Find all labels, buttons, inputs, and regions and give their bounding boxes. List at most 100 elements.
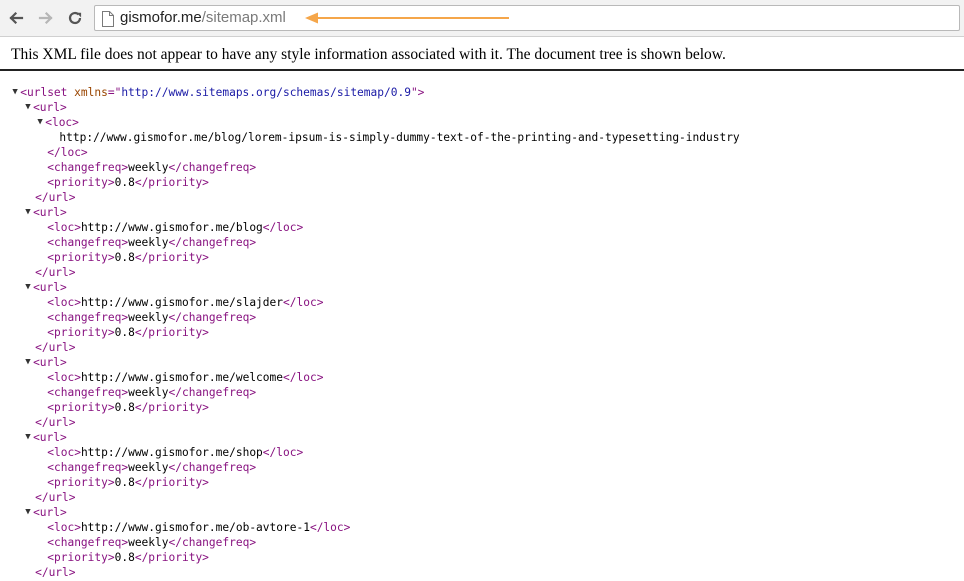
priority-value: 0.8: [114, 176, 135, 189]
xml-line-text: <loc>http://www.gismofor.me/shop</loc>: [47, 445, 303, 460]
loc-value: http://www.gismofor.me/ob-avtore-1: [80, 521, 310, 534]
xml-loc-line: <loc>http://www.gismofor.me/blog</loc>: [0, 220, 964, 235]
xml-tag: <url>: [33, 506, 67, 519]
xml-info-banner: This XML file does not appear to have an…: [0, 37, 964, 71]
xml-line-text: <url>: [33, 430, 67, 445]
xml-tag: </loc>: [309, 521, 351, 534]
xml-line-text: <url>: [33, 100, 67, 115]
back-arrow-icon: [9, 11, 24, 25]
xml-tag: </priority>: [134, 476, 209, 489]
xml-line-text: </url>: [35, 415, 75, 430]
xml-loc-line: <loc>http://www.gismofor.me/slajder</loc…: [0, 295, 964, 310]
xml-line-text: </url>: [35, 340, 75, 355]
xml-tag: </changefreq>: [168, 161, 257, 174]
reload-button[interactable]: [63, 6, 87, 30]
xml-loc-value: http://www.gismofor.me/blog/lorem-ipsum-…: [0, 130, 964, 145]
xml-url-open[interactable]: ▼ <url>: [0, 205, 964, 220]
xml-document-tree: ▼ <urlset xmlns="http://www.sitemaps.org/…: [0, 85, 964, 580]
xml-tag: <changefreq>: [47, 386, 129, 399]
xml-tag: </changefreq>: [168, 461, 257, 474]
reload-icon: [68, 11, 82, 25]
address-bar[interactable]: gismofor.me/sitemap.xml: [94, 5, 960, 31]
xml-tag: <priority>: [47, 326, 115, 339]
collapse-toggle-icon[interactable]: ▼: [23, 100, 33, 115]
xml-line-text: <url>: [33, 280, 67, 295]
xml-tag: </priority>: [134, 551, 209, 564]
xml-attr-name: xmlns: [67, 86, 108, 99]
loc-value: http://www.gismofor.me/welcome: [80, 371, 284, 384]
xml-tag: </url>: [35, 566, 76, 579]
xml-tag: <url>: [33, 356, 67, 369]
xml-priority-line: <priority>0.8</priority>: [0, 250, 964, 265]
xml-line-text: <changefreq>weekly</changefreq>: [47, 310, 256, 325]
collapse-toggle-icon[interactable]: ▼: [10, 85, 20, 100]
xml-loc-line: <loc>http://www.gismofor.me/ob-avtore-1<…: [0, 520, 964, 535]
xml-tag: </changefreq>: [168, 311, 257, 324]
xml-line-text: <loc>http://www.gismofor.me/welcome</loc…: [47, 370, 323, 385]
xml-loc-close: </loc>: [0, 145, 964, 160]
xml-line-text: </url>: [35, 490, 75, 505]
xml-tag: <priority>: [47, 251, 115, 264]
xml-line-text: <priority>0.8</priority>: [47, 400, 209, 415]
xml-line-text: <url>: [33, 205, 67, 220]
xml-line-text: <loc>http://www.gismofor.me/ob-avtore-1<…: [47, 520, 350, 535]
browser-toolbar: gismofor.me/sitemap.xml: [0, 0, 964, 37]
xml-url-open[interactable]: ▼ <url>: [0, 280, 964, 295]
xml-tag: <loc>: [47, 521, 81, 534]
xml-line-text: <changefreq>weekly</changefreq>: [47, 535, 256, 550]
xml-loc-line: <loc>http://www.gismofor.me/welcome</loc…: [0, 370, 964, 385]
xml-tag: <changefreq>: [47, 461, 129, 474]
xml-tag: <loc>: [47, 446, 81, 459]
xml-attr-value: http://www.sitemaps.org/schemas/sitemap/…: [121, 86, 411, 99]
xml-tag: <url>: [33, 281, 67, 294]
xml-url-open[interactable]: ▼ <url>: [0, 505, 964, 520]
xml-urlset-open[interactable]: ▼ <urlset xmlns="http://www.sitemaps.org/…: [0, 85, 964, 100]
xml-tag: <priority>: [47, 176, 115, 189]
xml-priority-line: <priority>0.8</priority>: [0, 475, 964, 490]
xml-loc-open[interactable]: ▼ <loc>: [0, 115, 964, 130]
xml-tag: </loc>: [283, 296, 324, 309]
xml-url-open[interactable]: ▼ <url>: [0, 100, 964, 115]
xml-url-open[interactable]: ▼ <url>: [0, 430, 964, 445]
xml-line-text: </loc>: [47, 145, 87, 160]
collapse-toggle-icon[interactable]: ▼: [23, 355, 33, 370]
xml-tag: <changefreq>: [47, 236, 129, 249]
forward-button[interactable]: [34, 6, 58, 30]
xml-tag: <changefreq>: [47, 536, 129, 549]
xml-tag: </url>: [35, 416, 76, 429]
priority-value: 0.8: [114, 326, 135, 339]
url-text: gismofor.me/sitemap.xml: [120, 9, 286, 27]
xml-changefreq-line: <changefreq>weekly</changefreq>: [0, 235, 964, 250]
xml-line-text: <loc>http://www.gismofor.me/slajder</loc…: [47, 295, 323, 310]
changefreq-value: weekly: [128, 536, 169, 549]
back-button[interactable]: [4, 6, 28, 30]
collapse-toggle-icon[interactable]: ▼: [35, 115, 45, 130]
xml-tag: </loc>: [262, 221, 304, 234]
priority-value: 0.8: [114, 251, 135, 264]
collapse-toggle-icon[interactable]: ▼: [23, 205, 33, 220]
xml-tag: </url>: [35, 266, 76, 279]
xml-tag: </priority>: [134, 326, 209, 339]
xml-tag: </priority>: [134, 251, 209, 264]
xml-url-open[interactable]: ▼ <url>: [0, 355, 964, 370]
xml-tag: <changefreq>: [47, 311, 129, 324]
xml-tag: </changefreq>: [168, 386, 257, 399]
xml-url-close: </url>: [0, 190, 964, 205]
xml-changefreq-line: <changefreq>weekly</changefreq>: [0, 535, 964, 550]
xml-changefreq-line: <changefreq>weekly</changefreq>: [0, 310, 964, 325]
xml-line-text: <changefreq>weekly</changefreq>: [47, 460, 256, 475]
xml-tag: <priority>: [47, 476, 115, 489]
changefreq-value: weekly: [128, 161, 169, 174]
xml-url-close: </url>: [0, 490, 964, 505]
collapse-toggle-icon[interactable]: ▼: [23, 280, 33, 295]
xml-line-text: <urlset xmlns="http://www.sitemaps.org/s…: [20, 85, 424, 100]
changefreq-value: weekly: [128, 236, 169, 249]
xml-url-close: </url>: [0, 415, 964, 430]
xml-tag: </priority>: [134, 401, 209, 414]
loc-value: http://www.gismofor.me/slajder: [80, 296, 284, 309]
collapse-toggle-icon[interactable]: ▼: [23, 505, 33, 520]
xml-tag: </loc>: [262, 446, 304, 459]
xml-tag: <loc>: [47, 221, 81, 234]
collapse-toggle-icon[interactable]: ▼: [23, 430, 33, 445]
xml-tag: <url>: [33, 101, 67, 114]
